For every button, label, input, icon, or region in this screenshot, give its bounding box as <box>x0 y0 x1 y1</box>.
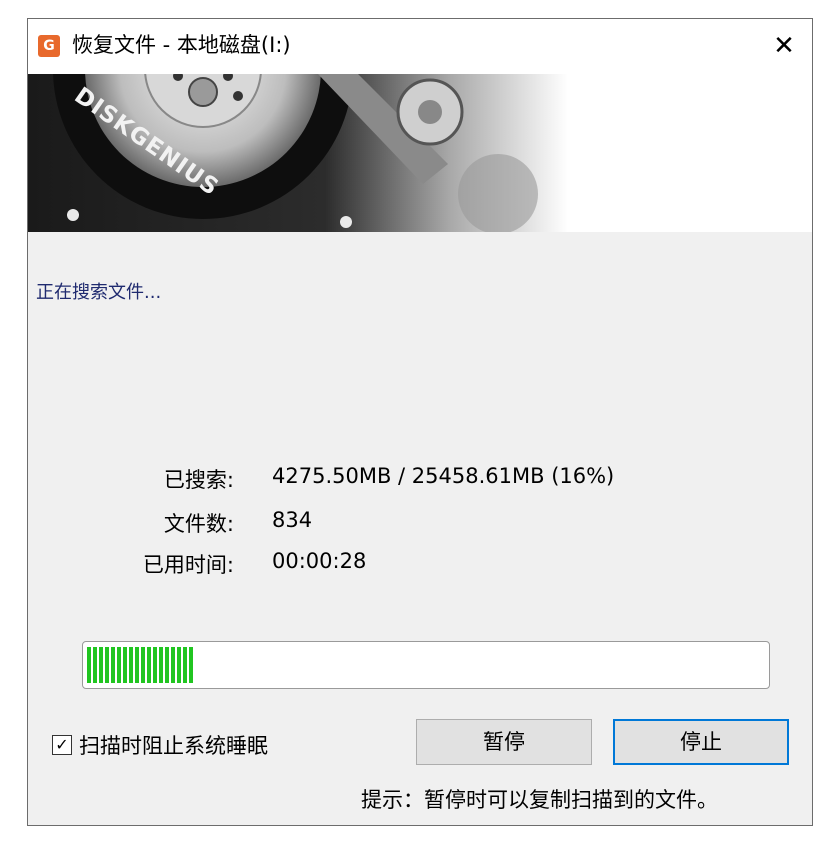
hint-text: 提示：暂停时可以复制扫描到的文件。 <box>361 788 718 812</box>
searched-value: 4275.50MB / 25458.61MB (16%) <box>272 464 615 488</box>
status-text: 正在搜索文件... <box>36 282 162 303</box>
hard-disk-banner-image: DISKGENIUS <box>28 19 568 234</box>
files-count-value: 834 <box>272 508 313 532</box>
title-bar[interactable]: G 恢复文件 - 本地磁盘(I:) ✕ <box>28 19 812 74</box>
prevent-sleep-label[interactable]: 扫描时阻止系统睡眠 <box>79 730 268 760</box>
scan-progress-bar <box>82 641 770 689</box>
recover-files-dialog: G 恢复文件 - 本地磁盘(I:) ✕ DISKGENIUS 正在搜索文件...… <box>27 18 813 826</box>
diskgenius-banner: DISKGENIUS <box>28 19 812 234</box>
elapsed-time-label: 已用时间: <box>142 553 234 577</box>
prevent-sleep-checkbox[interactable]: ✓ <box>52 735 72 755</box>
files-count-label: 文件数: <box>163 512 234 536</box>
diskgenius-app-icon: G <box>38 35 60 57</box>
stop-button[interactable]: 停止 <box>613 719 789 765</box>
close-icon[interactable]: ✕ <box>756 19 812 74</box>
window-title: 恢复文件 - 本地磁盘(I:) <box>72 33 291 57</box>
elapsed-time-value: 00:00:28 <box>272 549 367 573</box>
pause-button[interactable]: 暂停 <box>416 719 592 765</box>
progress-fill <box>87 647 195 683</box>
searched-label: 已搜索: <box>163 468 234 492</box>
